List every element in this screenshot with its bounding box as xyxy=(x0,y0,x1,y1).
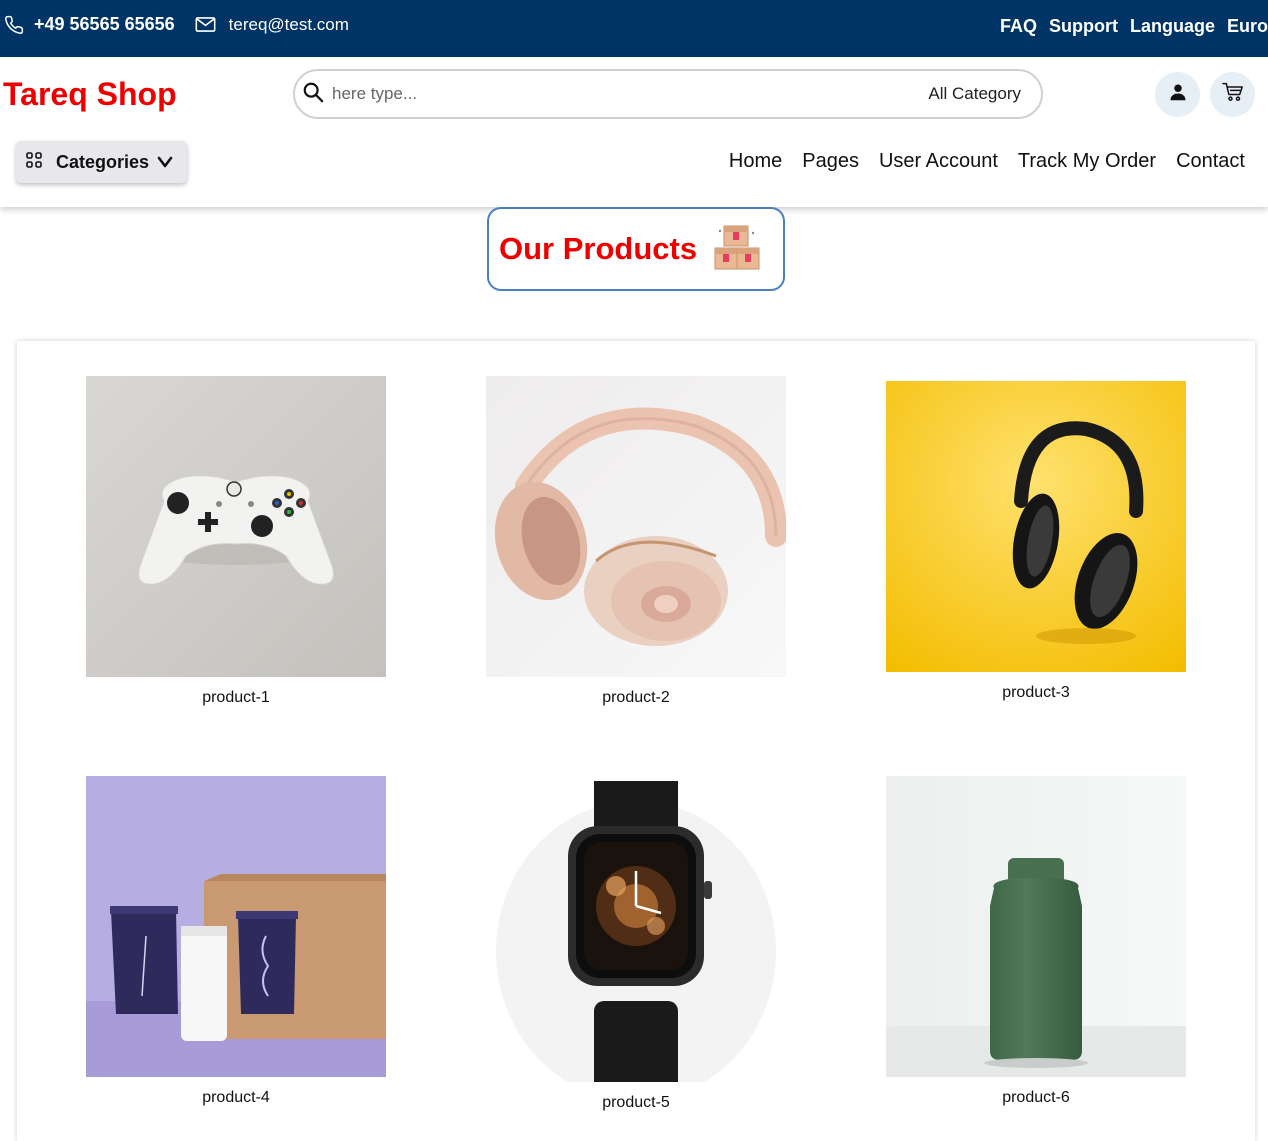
product-card[interactable]: product-1 xyxy=(86,376,386,707)
nav-home[interactable]: Home xyxy=(729,150,782,173)
product-label[interactable]: product-5 xyxy=(486,1094,786,1112)
main-nav: Home Pages User Account Track My Order C… xyxy=(709,150,1245,173)
product-image[interactable] xyxy=(886,776,1186,1077)
contact-info: +49 56565 65656 tereq@test.com xyxy=(4,14,349,35)
products-panel: product-1 product-2 product-3 product-4 … xyxy=(17,341,1255,1141)
main-header: Tareq Shop All Category xyxy=(0,57,1268,207)
mail-icon xyxy=(195,16,216,33)
nav-user-account[interactable]: User Account xyxy=(879,150,998,173)
nav-track-order[interactable]: Track My Order xyxy=(1018,150,1156,173)
product-image[interactable] xyxy=(886,381,1186,672)
support-link[interactable]: Support xyxy=(1049,16,1118,37)
phone-number: +49 56565 65656 xyxy=(34,14,175,34)
top-links: FAQ Support Language Euro xyxy=(988,16,1268,37)
product-image[interactable] xyxy=(86,776,386,1077)
categories-button[interactable]: Categories xyxy=(16,141,187,183)
search-bar: All Category xyxy=(293,69,1043,119)
categories-label: Categories xyxy=(56,151,150,172)
user-icon xyxy=(1169,83,1187,106)
top-bar: +49 56565 65656 tereq@test.com FAQ Suppo… xyxy=(0,0,1268,57)
product-label[interactable]: product-4 xyxy=(86,1089,386,1107)
category-select[interactable]: All Category xyxy=(928,84,1021,104)
language-link[interactable]: Language xyxy=(1130,16,1215,37)
cart-icon xyxy=(1221,82,1244,107)
phone-contact[interactable]: +49 56565 65656 xyxy=(4,14,175,35)
product-label[interactable]: product-6 xyxy=(886,1089,1186,1107)
email-contact[interactable]: tereq@test.com xyxy=(195,15,349,35)
product-card[interactable]: product-5 xyxy=(486,781,786,1112)
site-logo[interactable]: Tareq Shop xyxy=(3,76,177,113)
phone-icon xyxy=(4,15,24,35)
product-image[interactable] xyxy=(486,376,786,677)
search-icon[interactable] xyxy=(302,81,324,108)
product-card[interactable]: product-3 xyxy=(886,381,1186,702)
product-card[interactable]: product-4 xyxy=(86,776,386,1107)
currency-link[interactable]: Euro xyxy=(1227,16,1268,37)
product-card[interactable]: product-2 xyxy=(486,376,786,707)
chevron-down-icon xyxy=(157,152,173,173)
section-title-text: Our Products xyxy=(499,231,698,266)
search-input[interactable] xyxy=(332,84,929,104)
nav-pages[interactable]: Pages xyxy=(802,150,859,173)
email-address: tereq@test.com xyxy=(228,14,349,34)
grid-icon xyxy=(26,151,42,173)
product-image[interactable] xyxy=(486,781,786,1082)
product-label[interactable]: product-1 xyxy=(86,689,386,707)
section-title: Our Products xyxy=(487,207,785,291)
cart-button[interactable] xyxy=(1210,72,1255,117)
product-label[interactable]: product-2 xyxy=(486,689,786,707)
product-label[interactable]: product-3 xyxy=(886,684,1186,702)
product-image[interactable] xyxy=(86,376,386,677)
faq-link[interactable]: FAQ xyxy=(1000,16,1037,37)
user-button[interactable] xyxy=(1155,72,1200,117)
boxes-icon xyxy=(714,223,760,276)
product-card[interactable]: product-6 xyxy=(886,776,1186,1107)
nav-contact[interactable]: Contact xyxy=(1176,150,1245,173)
